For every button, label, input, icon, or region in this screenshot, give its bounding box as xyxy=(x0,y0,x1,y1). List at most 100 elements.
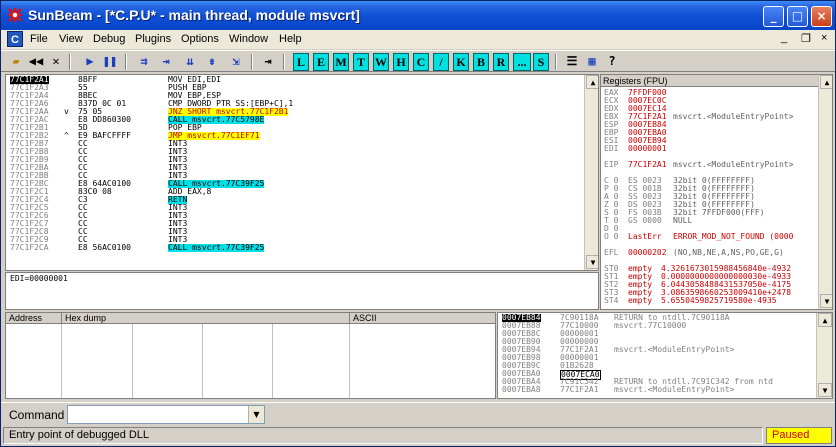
dump-header-ascii[interactable]: ASCII xyxy=(350,313,495,324)
register-row[interactable]: ST4 empty 5.6550459825719580e-4935 xyxy=(601,297,819,305)
toolbar-btn-log[interactable]: L xyxy=(293,53,309,71)
command-input[interactable]: ▼ xyxy=(67,405,265,424)
stack-row[interactable]: 0007EB8C 00000001 xyxy=(498,330,818,338)
register-value: 77C1F2A1 xyxy=(628,160,667,169)
menu-window[interactable]: Window xyxy=(229,33,268,45)
help-icon[interactable]: ? xyxy=(603,53,621,71)
register-row[interactable]: O 0 LastErr ERROR_MOD_NOT_FOUND (0000 xyxy=(601,233,819,241)
register-row[interactable]: T 0 GS 0000 NULL xyxy=(601,217,819,225)
disasm-row[interactable]: 77C1F2C5 CC INT3 xyxy=(6,204,584,212)
register-row[interactable]: EDI 00000001 xyxy=(601,145,819,153)
register-name: ST4 xyxy=(604,296,619,305)
trace-into-icon[interactable]: ⇊ xyxy=(181,53,199,71)
register-row[interactable]: EIP 77C1F2A1 msvcrt.<ModuleEntryPoint> xyxy=(601,161,819,169)
disasm-row[interactable]: 77C1F2AC E8 DD860300 CALL msvcrt.77C5798E xyxy=(6,116,584,124)
dump-header-address[interactable]: Address xyxy=(6,313,62,324)
disasm-row[interactable]: 77C1F2B9 CC INT3 xyxy=(6,156,584,164)
toolbar-btn-references[interactable]: R xyxy=(493,53,509,71)
scroll-down-icon[interactable]: ▼ xyxy=(586,255,598,269)
disasm-row[interactable]: 77C1F2C1 83C0 08 ADD EAX,8 xyxy=(6,188,584,196)
register-detail: NULL xyxy=(673,216,693,225)
dump-divider xyxy=(272,324,273,398)
run-icon[interactable]: ▶ xyxy=(81,53,99,71)
title-bar[interactable]: SunBeam - [*C.P.U* - main thread, module… xyxy=(1,1,835,30)
trace-over-icon[interactable]: ⇟ xyxy=(203,53,221,71)
step-over-icon[interactable]: ⇥ xyxy=(157,53,175,71)
dump-header-hex[interactable]: Hex dump xyxy=(62,313,350,324)
stack-row[interactable]: 0007EB9C 01B2628 xyxy=(498,362,818,370)
goto-icon[interactable]: ⇥ xyxy=(259,53,277,71)
toolbar-btn-windows[interactable]: W xyxy=(373,53,389,71)
toolbar-btn-breakpoints[interactable]: B xyxy=(473,53,489,71)
jump-arrow-mark: ^ xyxy=(64,131,69,140)
scroll-up-icon[interactable]: ▲ xyxy=(820,75,832,89)
chevron-down-icon[interactable]: ▼ xyxy=(248,406,264,423)
disasm-row[interactable]: 77C1F2CA E8 56AC0100 CALL msvcrt.77C39F25 xyxy=(6,244,584,252)
close-x-icon[interactable]: ✕ xyxy=(47,53,65,71)
stack-row[interactable]: 0007EB94 77C1F2A1 msvcrt.<ModuleEntryPoint… xyxy=(498,346,818,354)
stack-pane[interactable]: 0007EB84 7C90118A RETURN to ntdll.7C90118A… xyxy=(497,312,833,399)
menu-view[interactable]: View xyxy=(59,33,83,45)
minimize-button[interactable]: _ xyxy=(763,6,784,27)
toolbar-btn-patches[interactable]: / xyxy=(433,53,449,71)
step-into-icon[interactable]: ⇉ xyxy=(135,53,153,71)
stack-scrollbar[interactable]: ▲ ▼ xyxy=(816,313,832,398)
toolbar-btn-handles[interactable]: H xyxy=(393,53,409,71)
scroll-up-icon[interactable]: ▲ xyxy=(586,75,598,89)
mdi-restore-button[interactable]: ❐ xyxy=(801,32,811,45)
register-row[interactable]: EFL 00000202 (NO,NB,NE,A,NS,PO,GE,G) xyxy=(601,249,819,257)
disasm-row[interactable]: 77C1F2BA CC INT3 xyxy=(6,164,584,172)
register-name: EFL xyxy=(604,248,619,257)
disasm-row[interactable]: 77C1F2C6 CC INT3 xyxy=(6,212,584,220)
menu-plugins[interactable]: Plugins xyxy=(135,33,171,45)
scroll-down-icon[interactable]: ▼ xyxy=(820,294,832,308)
toolbar-btn-call-stack[interactable]: K xyxy=(453,53,469,71)
register-name: EDI xyxy=(604,144,619,153)
toolbar-btn-executable-modules[interactable]: E xyxy=(313,53,329,71)
register-value: 00000001 xyxy=(628,144,667,153)
scroll-down-icon[interactable]: ▼ xyxy=(818,383,832,397)
disasm-row[interactable]: 77C1F2C7 CC INT3 xyxy=(6,220,584,228)
open-folder-icon[interactable]: ▰ xyxy=(7,53,25,71)
stack-row[interactable]: 0007EBA8 77C1F2A1 msvcrt.<ModuleEntryPoint… xyxy=(498,386,818,394)
registers-scrollbar[interactable]: ▲ ▼ xyxy=(818,75,832,309)
dump-pane[interactable]: Address Hex dump ASCII xyxy=(5,312,496,399)
registers-pane[interactable]: Registers (FPU) EAX 7FFDF000 ECX 0007EC0C ED… xyxy=(600,74,833,310)
menu-file[interactable]: File xyxy=(30,33,48,45)
toolbar-btn-source[interactable]: S xyxy=(533,53,549,71)
scroll-up-icon[interactable]: ▲ xyxy=(818,313,832,327)
list-icon[interactable]: ☰ xyxy=(563,53,581,71)
toolbar-btn-memory-map[interactable]: M xyxy=(333,53,349,71)
toolbar-btn-threads[interactable]: T xyxy=(353,53,369,71)
toolbar-btn-run-trace[interactable]: ... xyxy=(513,53,531,71)
grid-icon[interactable]: ▦ xyxy=(583,53,601,71)
rewind-icon[interactable]: ◀◀ xyxy=(27,53,45,71)
status-text: Entry point of debugged DLL xyxy=(3,427,763,444)
cpu-window-icon[interactable]: C xyxy=(7,31,23,47)
jump-arrow-mark: v xyxy=(64,107,69,116)
mdi-close-button[interactable]: × xyxy=(821,32,827,44)
registers-header[interactable]: Registers (FPU) xyxy=(601,75,819,87)
disasm-row[interactable]: 77C1F2B2 ^ E9 BAFCFFFF JMP msvcrt.77C1EF71 xyxy=(6,132,584,140)
disasm-row[interactable]: 77C1F2A1 8BFF MOV EDI,EDI xyxy=(6,76,584,84)
maximize-button[interactable]: □ xyxy=(787,6,808,27)
execute-till-return-icon[interactable]: ⇲ xyxy=(227,53,245,71)
stack-row[interactable]: 0007EB88 77C10000 msvcrt.77C10000 xyxy=(498,322,818,330)
stack-row[interactable]: 0007EB98 00000001 xyxy=(498,354,818,362)
close-window-button[interactable]: × xyxy=(811,6,832,27)
menu-help[interactable]: Help xyxy=(279,33,302,45)
disasm-row[interactable]: 77C1F2B8 CC INT3 xyxy=(6,148,584,156)
disassembly-scrollbar[interactable]: ▲ ▼ xyxy=(584,75,598,270)
menu-options[interactable]: Options xyxy=(181,33,219,45)
pause-icon[interactable]: ❚❚ xyxy=(101,53,119,71)
register-value: LastErr xyxy=(628,232,662,241)
app-logo-icon xyxy=(8,8,22,22)
mdi-minimize-button[interactable]: _ xyxy=(781,32,787,44)
toolbar-btn-cpu[interactable]: C xyxy=(413,53,429,71)
disassembly-pane[interactable]: 77C1F2A1 8BFF MOV EDI,EDI 77C1F2A3 55 PUSH EB… xyxy=(5,74,599,271)
disasm-row[interactable]: 77C1F2C4 C3 RETN xyxy=(6,196,584,204)
menu-debug[interactable]: Debug xyxy=(93,33,125,45)
toolbar-separator xyxy=(555,54,557,70)
disasm-row[interactable]: 77C1F2C8 CC INT3 xyxy=(6,228,584,236)
disasm-row[interactable]: 77C1F2B7 CC INT3 xyxy=(6,140,584,148)
